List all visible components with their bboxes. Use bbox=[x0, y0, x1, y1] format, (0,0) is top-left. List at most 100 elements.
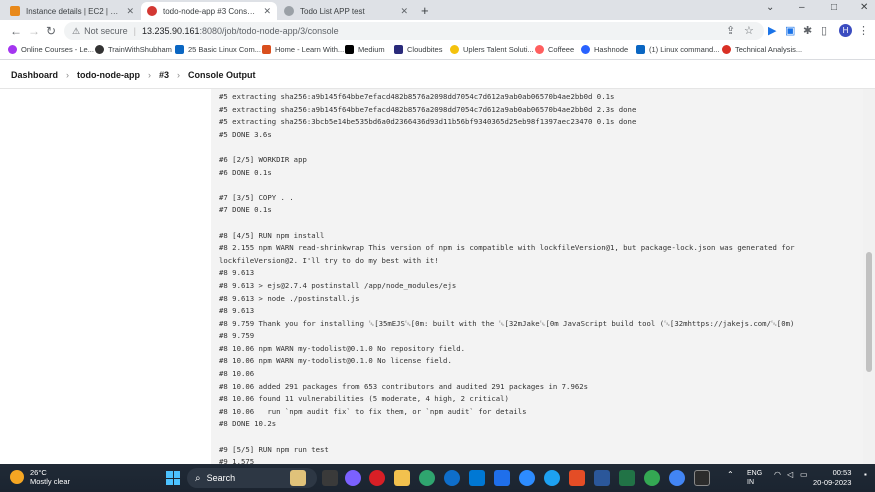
wifi-icon[interactable]: ◠ bbox=[774, 470, 781, 479]
console-line: #5 DONE 3.6s bbox=[219, 129, 272, 139]
console-line: #5 extracting sha256:3bcb5e14be535bd6a0d… bbox=[219, 117, 637, 127]
bookmark-item[interactable]: Online Courses - Le... bbox=[8, 45, 94, 54]
chrome-active-icon[interactable] bbox=[669, 470, 685, 486]
bookmark-item[interactable]: TrainWithShubham bbox=[95, 45, 172, 54]
language-line2: IN bbox=[747, 479, 754, 486]
excel-icon[interactable] bbox=[619, 470, 635, 486]
back-button[interactable]: ← bbox=[10, 24, 22, 38]
share-icon[interactable]: ⇪ bbox=[726, 24, 735, 37]
console-line: #7 [3/5] COPY . . bbox=[219, 192, 294, 202]
zoom-icon[interactable] bbox=[519, 470, 535, 486]
word-icon[interactable] bbox=[594, 470, 610, 486]
learn-icon bbox=[262, 45, 271, 54]
tab-search-icon[interactable]: ⌄ bbox=[766, 2, 774, 13]
close-icon[interactable]: ✕ bbox=[263, 6, 271, 17]
play-extension-icon[interactable]: ▶ bbox=[768, 24, 776, 37]
tab-title: Todo List APP test bbox=[300, 6, 365, 16]
bookmark-item[interactable]: (1) Linux command... bbox=[636, 45, 719, 54]
weather-widget[interactable]: 26°C Mostly clear bbox=[10, 468, 70, 486]
reload-button[interactable]: ↻ bbox=[46, 24, 56, 38]
browser-window: Instance details | EC2 | ap-south ✕ todo… bbox=[0, 0, 875, 492]
taskbar: 26°C Mostly clear ⌕ Search ⌃ ENG IN ◠ ◁ … bbox=[0, 464, 875, 492]
bookmark-item[interactable]: Coffeee bbox=[535, 45, 574, 54]
console-line: #8 10.06 npm WARN my-todolist@0.1.0 No r… bbox=[219, 343, 466, 353]
notification-icon[interactable]: ▪ bbox=[864, 470, 867, 479]
tray-chevron-icon[interactable]: ⌃ bbox=[727, 470, 734, 479]
article-icon bbox=[175, 45, 184, 54]
console-line: #8 9.613 > ejs@2.7.4 postinstall /app/no… bbox=[219, 280, 457, 290]
tab-jenkins-console[interactable]: todo-node-app #3 Console [Jenl ✕ bbox=[141, 2, 277, 20]
bookmark-item[interactable]: Cloudbites bbox=[394, 45, 442, 54]
office-icon[interactable] bbox=[569, 470, 585, 486]
bookmark-label: Uplers Talent Soluti... bbox=[463, 45, 534, 54]
task-view-icon[interactable] bbox=[322, 470, 338, 486]
windows-start-icon[interactable] bbox=[166, 471, 180, 485]
volume-icon[interactable]: ◁ bbox=[787, 470, 793, 479]
console-line: #8 2.155 npm WARN read-shrinkwrap This v… bbox=[219, 243, 795, 253]
breadcrumb-job[interactable]: todo-node-app bbox=[77, 70, 140, 80]
tab-ec2[interactable]: Instance details | EC2 | ap-south ✕ bbox=[4, 2, 140, 20]
linkedin-icon bbox=[636, 45, 645, 54]
tab-todo-app[interactable]: Todo List APP test ✕ bbox=[278, 2, 414, 20]
search-icon: ⌕ bbox=[195, 472, 201, 484]
trainwithshubham-icon bbox=[95, 45, 104, 54]
console-line: lockfileVersion@2. I'll try to do my bes… bbox=[219, 255, 439, 265]
browser-icon[interactable] bbox=[444, 470, 460, 486]
menu-icon[interactable]: ⋮ bbox=[858, 24, 869, 37]
bookmark-item[interactable]: 25 Basic Linux Com... bbox=[175, 45, 261, 54]
bookmark-item[interactable]: Home - Learn With... bbox=[262, 45, 344, 54]
store-icon[interactable] bbox=[469, 470, 485, 486]
console-line: #5 extracting sha256:a9b145f64bbe7efacd4… bbox=[219, 104, 637, 114]
bookmarks-bar: Online Courses - Le... TrainWithShubham … bbox=[0, 42, 875, 60]
console-line: #8 10.06 found 11 vulnerabilities (5 mod… bbox=[219, 394, 509, 404]
bookmark-star-icon[interactable]: ☆ bbox=[744, 24, 754, 37]
clock-date: 20-09-2023 bbox=[813, 478, 852, 487]
sidepanel-icon[interactable]: ▯ bbox=[821, 24, 827, 37]
scrollbar-thumb[interactable] bbox=[866, 252, 872, 372]
new-tab-button[interactable]: + bbox=[421, 3, 429, 18]
chrome-icon[interactable] bbox=[644, 470, 660, 486]
console-line: #8 9.759 bbox=[219, 331, 255, 341]
bookmark-item[interactable]: Technical Analysis... bbox=[722, 45, 802, 54]
search-highlight-icon[interactable] bbox=[290, 470, 306, 486]
file-explorer-icon[interactable] bbox=[394, 470, 410, 486]
address-bar[interactable]: ⚠ Not secure | 13.235.90.161 :8080/job/t… bbox=[64, 22, 764, 40]
breadcrumb-build[interactable]: #3 bbox=[159, 70, 169, 80]
extension-icon[interactable]: ▣ bbox=[785, 24, 795, 37]
breadcrumb-separator: › bbox=[66, 69, 70, 80]
puzzle-icon[interactable]: ✱ bbox=[803, 24, 812, 37]
close-icon[interactable]: ✕ bbox=[400, 6, 408, 17]
clock-time: 00:53 bbox=[832, 468, 852, 477]
console-line: #8 9.613 bbox=[219, 306, 255, 316]
clock[interactable]: 00:53 20-09-2023 bbox=[813, 468, 851, 488]
maximize-button[interactable]: □ bbox=[831, 2, 837, 13]
breadcrumb-console-output[interactable]: Console Output bbox=[188, 70, 256, 80]
console-line: #8 [4/5] RUN npm install bbox=[219, 230, 325, 240]
terminal-icon[interactable] bbox=[694, 470, 710, 486]
search-label: Search bbox=[206, 473, 236, 483]
console-lines: #5 extracting sha256:a9b145f64bbe7efacd4… bbox=[219, 91, 859, 469]
forward-button[interactable]: → bbox=[28, 24, 40, 38]
mail-icon[interactable] bbox=[494, 470, 510, 486]
bookmark-item[interactable]: Medium bbox=[345, 45, 385, 54]
profile-avatar[interactable]: H bbox=[839, 24, 852, 37]
battery-icon[interactable]: ▭ bbox=[800, 470, 808, 479]
bookmark-label: Technical Analysis... bbox=[735, 45, 803, 54]
teams-icon[interactable] bbox=[345, 470, 361, 486]
breadcrumb-dashboard[interactable]: Dashboard bbox=[11, 70, 58, 80]
minimize-button[interactable]: – bbox=[799, 2, 805, 13]
close-icon[interactable]: ✕ bbox=[126, 6, 134, 17]
telegram-icon[interactable] bbox=[544, 470, 560, 486]
close-window-button[interactable]: ✕ bbox=[860, 2, 868, 13]
cloudbites-icon bbox=[394, 45, 403, 54]
edge-icon[interactable] bbox=[419, 470, 435, 486]
opera-icon[interactable] bbox=[369, 470, 385, 486]
bookmark-item[interactable]: Hashnode bbox=[581, 45, 628, 54]
bookmark-item[interactable]: Uplers Talent Soluti... bbox=[450, 45, 534, 54]
language-indicator[interactable]: ENG IN bbox=[747, 469, 762, 487]
analysis-icon bbox=[722, 45, 731, 54]
